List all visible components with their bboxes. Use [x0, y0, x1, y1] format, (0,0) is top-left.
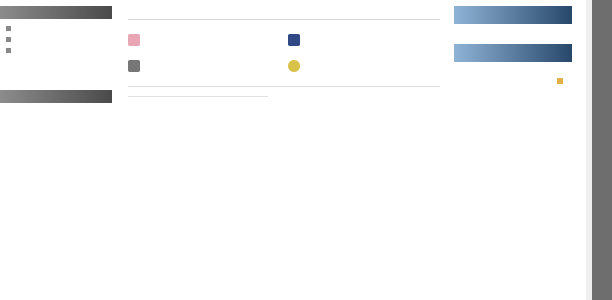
section-header: [128, 6, 440, 20]
left-panel-text: [0, 103, 112, 109]
bullet-icon: [6, 37, 11, 42]
gray-square-icon: [128, 60, 140, 72]
right-panel-text-2: [454, 62, 572, 70]
right-panel-header-bar-2: [454, 44, 572, 62]
pink-square-icon: [128, 34, 140, 46]
lower-subheading[interactable]: [128, 94, 268, 97]
left-panel-header-bar: [0, 6, 112, 19]
main-content: [128, 6, 440, 101]
lower-section: [128, 86, 440, 101]
right-panel-text: [454, 24, 572, 32]
feature-tile[interactable]: [128, 60, 278, 72]
scrollbar-track[interactable]: [586, 0, 592, 300]
left-link-item[interactable]: [6, 45, 106, 56]
feature-tile[interactable]: [288, 60, 438, 72]
blue-square-icon: [288, 34, 300, 46]
left-link-item[interactable]: [6, 23, 106, 34]
feature-tile[interactable]: [288, 34, 438, 46]
left-panel-header-bar-2: [0, 90, 112, 103]
bullet-icon: [6, 26, 11, 31]
left-panel-links: [0, 19, 112, 60]
right-panel-header-bar: [454, 6, 572, 24]
right-sidebar: [454, 6, 572, 84]
rss-icon: [557, 78, 563, 84]
yellow-circle-icon: [288, 60, 300, 72]
left-link-item[interactable]: [6, 34, 106, 45]
more-link[interactable]: [454, 70, 572, 84]
bullet-icon: [6, 48, 11, 53]
left-sidebar: [0, 6, 112, 109]
scrollbar[interactable]: [586, 0, 612, 300]
feature-grid: [128, 34, 440, 72]
feature-tile[interactable]: [128, 34, 278, 46]
